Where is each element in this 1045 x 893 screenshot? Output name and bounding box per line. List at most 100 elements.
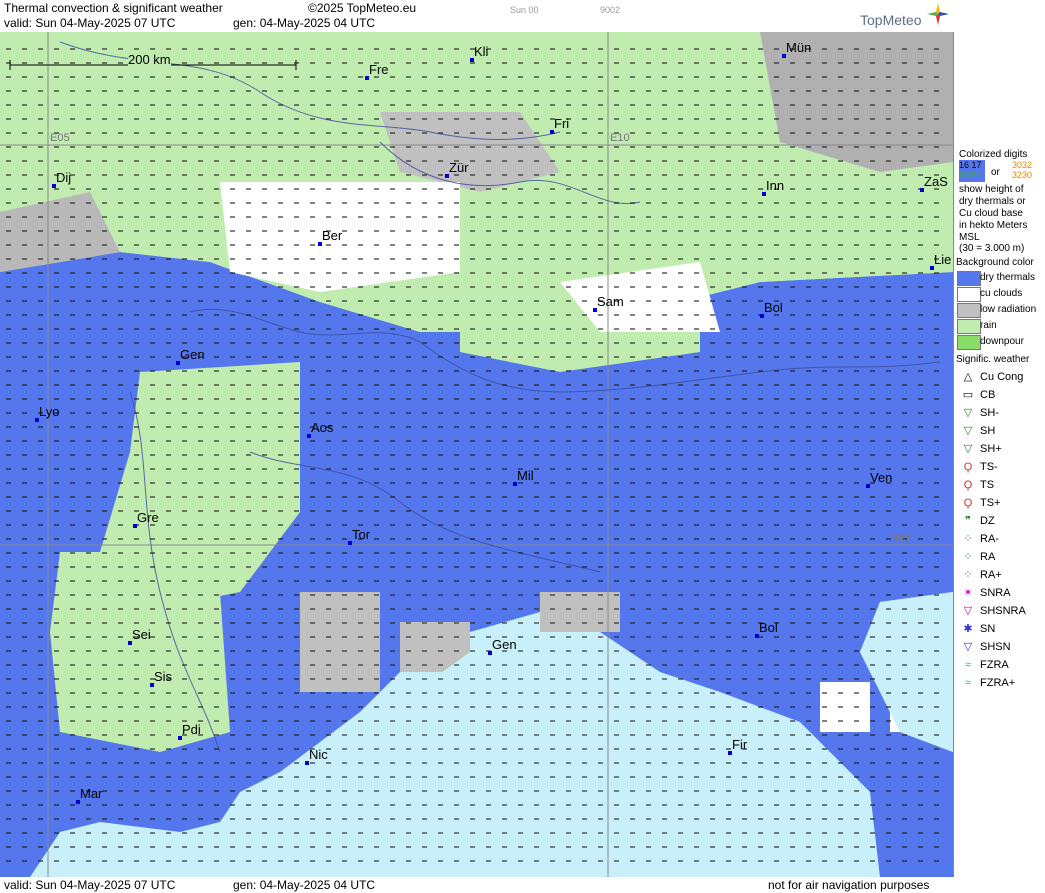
legend-low-radiation: low radiation [980, 304, 1037, 315]
sig-weather-item: ▽ SHSN [956, 640, 1045, 654]
city-label: Gen [180, 347, 205, 362]
map-title: Thermal convection & significant weather [4, 1, 223, 15]
thunderstorm-icon: Ϙ [963, 479, 973, 491]
snow-icon: ✱ [963, 623, 973, 635]
sig-weather-item: ✱ SN [956, 622, 1045, 636]
city-label: Sam [597, 294, 624, 309]
sig-weather-label: FZRA+ [980, 677, 1016, 689]
city-label: Tor [352, 527, 371, 542]
sig-weather-item: △ Cu Cong [956, 370, 1045, 384]
footer-disclaimer: not for air navigation purposes [768, 878, 930, 892]
sig-weather-label: RA- [980, 533, 999, 545]
swatch-rain [957, 319, 981, 334]
city-label: Fri [554, 116, 570, 131]
sig-weather-item: ≈ FZRA [956, 658, 1045, 672]
sig-weather-item: ▽ SH+ [956, 442, 1045, 456]
map-canvas [0, 32, 953, 877]
legend-line-3: dry thermals or [959, 196, 1026, 207]
legend-dry-thermals: dry thermals [980, 272, 1036, 283]
sig-weather-item: ≈ FZRA+ [956, 676, 1045, 690]
city-label: Pdi [182, 722, 201, 737]
sig-weather-label: CB [980, 389, 996, 401]
city-label: ZaS [924, 174, 948, 189]
snow-rain-shower-icon: ▽ [963, 605, 973, 617]
shower-heavy-icon: ▽ [963, 443, 973, 455]
sig-weather-label: SHSN [980, 641, 1011, 653]
legend-cu-clouds: cu clouds [980, 288, 1023, 299]
cu-cong-icon: △ [963, 371, 973, 383]
scale-label: 200 km [128, 52, 171, 67]
sig-weather-item: Ϙ TS+ [956, 496, 1045, 510]
city-label: Sei [132, 627, 151, 642]
swatch-dry-thermals [957, 271, 981, 286]
sig-weather-label: TS [980, 479, 995, 491]
drizzle-icon: ❞ [965, 515, 971, 527]
sig-weather-item: ▽ SH- [956, 406, 1045, 420]
sig-weather-label: TS+ [980, 497, 1001, 509]
rain-heavy-icon: ⁘ [963, 569, 973, 581]
map-footer: valid: Sun 04-May-2025 07 UTC gen: 04-Ma… [0, 877, 1045, 893]
footer-valid-time: valid: Sun 04-May-2025 07 UTC [4, 878, 176, 892]
grid-label-n45: N45 [890, 532, 911, 544]
sig-weather-label: SNRA [980, 587, 1011, 599]
thunderstorm-heavy-icon: Ϙ [963, 497, 973, 509]
legend-bg-title: Background color [956, 257, 1034, 268]
map-legend: Colorized digits 16 17 2829 or 3032 3230… [953, 32, 1045, 877]
sig-weather-label: SH [980, 425, 996, 437]
sig-weather-label: TS- [980, 461, 998, 473]
footer-generated-time: gen: 04-May-2025 04 UTC [233, 878, 376, 892]
weather-map: 200 km E05 E10 N45 Kli Mün Fre Fri Dij Zür Inn… [0, 32, 953, 877]
freezing-rain-icon: ≈ [964, 659, 972, 671]
sig-weather-label: SN [980, 623, 996, 635]
run-label: Sun 00 [510, 5, 539, 15]
sig-weather-item: ⁘ RA- [956, 532, 1045, 546]
city-label: Ven [870, 470, 893, 485]
city-label: Lie [934, 252, 952, 267]
sig-weather-label: SH- [980, 407, 999, 419]
legend-rain: rain [980, 320, 997, 331]
city-label: Bol [764, 300, 783, 315]
city-label: Mil [517, 468, 534, 483]
city-label: Zür [449, 160, 469, 175]
city-label: Mün [786, 40, 812, 55]
grid-label-e05: E05 [50, 132, 70, 144]
sig-weather-label: Cu Cong [980, 371, 1024, 383]
swatch-cu-clouds [957, 287, 981, 302]
sig-weather-item: ▽ SHSNRA [956, 604, 1045, 618]
city-label: Bol [759, 620, 778, 635]
city-label: Kli [474, 44, 489, 59]
sig-weather-label: SHSNRA [980, 605, 1026, 617]
thunderstorm-light-icon: Ϙ [963, 461, 973, 473]
digit-sample-blue: 16 17 2829 [959, 160, 985, 182]
city-label: Fre [369, 62, 389, 77]
sig-weather-item: Ϙ TS- [956, 460, 1045, 474]
city-label: Dij [56, 170, 72, 185]
compass-star-icon [927, 3, 949, 25]
sig-weather-item: ✶ SNRA [956, 586, 1045, 600]
city-label: Inn [766, 178, 785, 193]
grid-label-e10: E10 [610, 132, 630, 144]
city-label: Lyo [39, 404, 60, 419]
copyright: ©2025 TopMeteo.eu [308, 1, 417, 15]
rain-light-icon: ⁘ [963, 533, 973, 545]
sig-weather-label: RA [980, 551, 996, 563]
city-label: Nic [309, 747, 328, 762]
map-header: Thermal convection & significant weather… [0, 0, 1045, 32]
topmeteo-logo: TopMeteo [860, 12, 922, 28]
shower-light-icon: ▽ [963, 407, 973, 419]
city-label: Fir [732, 737, 748, 752]
city-label: Gre [137, 510, 159, 525]
sig-weather-item: ▽ SH [956, 424, 1045, 438]
city-label: Gen [492, 637, 517, 652]
generated-time: gen: 04-May-2025 04 UTC [233, 16, 376, 30]
city-label: Aos [311, 420, 334, 435]
code-label: 9002 [600, 5, 621, 15]
legend-downpour: downpour [980, 336, 1024, 347]
sig-weather-label: FZRA [980, 659, 1009, 671]
sig-weather-label: DZ [980, 515, 995, 527]
legend-colorized-title: Colorized digits [959, 149, 1028, 160]
rain-icon: ⁘ [963, 551, 973, 563]
city-label: Mar [80, 786, 103, 801]
legend-line-4: Cu cloud base [959, 208, 1023, 219]
freezing-rain-heavy-icon: ≈ [964, 677, 972, 689]
